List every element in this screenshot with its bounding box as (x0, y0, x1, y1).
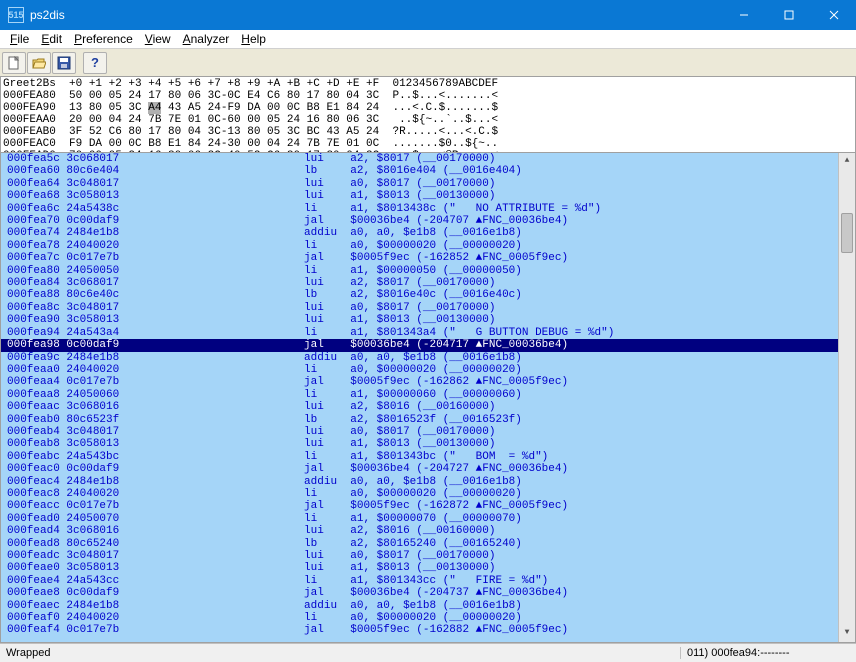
disasm-row[interactable]: 000feaa4 0c017e7b jal $0005f9ec (-162862… (1, 376, 855, 388)
menu-bar: File Edit Preference View Analyzer Help (0, 30, 856, 49)
disasm-row[interactable]: 000feabc 24a543bc li a1, $801343bc (" BO… (1, 451, 855, 463)
app-icon: 515 (8, 7, 24, 23)
disasm-row[interactable]: 000fea80 24050050 li a1, $00000050 (__00… (1, 265, 855, 277)
disasm-row[interactable]: 000fea6c 24a5438c li a1, $8013438c (" NO… (1, 203, 855, 215)
menu-analyzer[interactable]: Analyzer (177, 32, 236, 46)
disasm-row[interactable]: 000fea74 2484e1b8 addiu a0, a0, $e1b8 (_… (1, 227, 855, 239)
disasm-row[interactable]: 000fea64 3c048017 lui a0, $8017 (__00170… (1, 178, 855, 190)
scroll-up-button[interactable]: ▲ (839, 153, 855, 170)
disasm-row[interactable]: 000feaa0 24040020 li a0, $00000020 (__00… (1, 364, 855, 376)
disasm-row[interactable]: 000fea9c 2484e1b8 addiu a0, a0, $e1b8 (_… (1, 352, 855, 364)
scroll-down-button[interactable]: ▼ (839, 625, 855, 642)
disasm-row[interactable]: 000fea94 24a543a4 li a1, $801343a4 (" G … (1, 327, 855, 339)
disasm-row[interactable]: 000feab4 3c048017 lui a0, $8017 (__00170… (1, 426, 855, 438)
disasm-row[interactable]: 000fea90 3c058013 lui a1, $8013 (__00130… (1, 314, 855, 326)
disasm-row[interactable]: 000feaac 3c068016 lui a2, $8016 (__00160… (1, 401, 855, 413)
disasm-row[interactable]: 000fea7c 0c017e7b jal $0005f9ec (-162852… (1, 252, 855, 264)
open-button[interactable] (27, 52, 51, 74)
help-button[interactable]: ? (83, 52, 107, 74)
window-title: ps2dis (30, 8, 721, 22)
toolbar: ? (0, 49, 856, 77)
status-left: Wrapped (0, 647, 681, 659)
disasm-row[interactable]: 000fea88 80c6e40c lb a2, $8016e40c (__00… (1, 289, 855, 301)
disasm-row[interactable]: 000fea60 80c6e404 lb a2, $8016e404 (__00… (1, 165, 855, 177)
disasm-row[interactable]: 000feab0 80c6523f lb a2, $8016523f (__00… (1, 414, 855, 426)
scroll-thumb[interactable] (841, 213, 853, 253)
disasm-row[interactable]: 000feae4 24a543cc li a1, $801343cc (" FI… (1, 575, 855, 587)
disasm-row[interactable]: 000feaa8 24050060 li a1, $00000060 (__00… (1, 389, 855, 401)
disasm-row[interactable]: 000fea8c 3c048017 lui a0, $8017 (__00170… (1, 302, 855, 314)
menu-preference[interactable]: Preference (68, 32, 139, 46)
disasm-row[interactable]: 000fea98 0c00daf9 jal $00036be4 (-204717… (1, 339, 855, 351)
disasm-row[interactable]: 000feadc 3c048017 lui a0, $8017 (__00170… (1, 550, 855, 562)
disasm-row[interactable]: 000fead0 24050070 li a1, $00000070 (__00… (1, 513, 855, 525)
disasm-row[interactable]: 000feae0 3c058013 lui a1, $8013 (__00130… (1, 562, 855, 574)
close-button[interactable] (811, 0, 856, 30)
disasm-row[interactable]: 000feac4 2484e1b8 addiu a0, a0, $e1b8 (_… (1, 476, 855, 488)
menu-view[interactable]: View (139, 32, 177, 46)
minimize-button[interactable] (721, 0, 766, 30)
disasm-row[interactable]: 000fead8 80c65240 lb a2, $80165240 (__00… (1, 538, 855, 550)
hex-pane[interactable]: Greet2Bs +0 +1 +2 +3 +4 +5 +6 +7 +8 +9 +… (0, 77, 856, 153)
disasm-row[interactable]: 000fea68 3c058013 lui a1, $8013 (__00130… (1, 190, 855, 202)
maximize-button[interactable] (766, 0, 811, 30)
disasm-row[interactable]: 000feac0 0c00daf9 jal $00036be4 (-204727… (1, 463, 855, 475)
scrollbar[interactable]: ▲ ▼ (838, 153, 855, 642)
menu-help[interactable]: Help (235, 32, 272, 46)
question-icon: ? (91, 55, 99, 70)
status-right: 011) 000fea94:-------- (681, 647, 856, 659)
disasm-row[interactable]: 000fea84 3c068017 lui a2, $8017 (__00170… (1, 277, 855, 289)
title-bar: 515 ps2dis (0, 0, 856, 30)
disasm-row[interactable]: 000feacc 0c017e7b jal $0005f9ec (-162872… (1, 500, 855, 512)
disasm-row[interactable]: 000fea70 0c00daf9 jal $00036be4 (-204707… (1, 215, 855, 227)
disasm-row[interactable]: 000feac8 24040020 li a0, $00000020 (__00… (1, 488, 855, 500)
save-button[interactable] (52, 52, 76, 74)
new-button[interactable] (2, 52, 26, 74)
disasm-row[interactable]: 000feae8 0c00daf9 jal $00036be4 (-204737… (1, 587, 855, 599)
disasm-row[interactable]: 000feaec 2484e1b8 addiu a0, a0, $e1b8 (_… (1, 600, 855, 612)
disasm-row[interactable]: 000fead4 3c068016 lui a2, $8016 (__00160… (1, 525, 855, 537)
disasm-row[interactable]: 000fea78 24040020 li a0, $00000020 (__00… (1, 240, 855, 252)
disasm-row[interactable]: 000feaf0 24040020 li a0, $00000020 (__00… (1, 612, 855, 624)
disassembly-pane[interactable]: 000fea5c 3c068017 lui a2, $8017 (__00170… (0, 153, 856, 643)
disasm-row[interactable]: 000fea5c 3c068017 lui a2, $8017 (__00170… (1, 153, 855, 165)
disasm-row[interactable]: 000feab8 3c058013 lui a1, $8013 (__00130… (1, 438, 855, 450)
disasm-row[interactable]: 000feaf4 0c017e7b jal $0005f9ec (-162882… (1, 624, 855, 636)
status-bar: Wrapped 011) 000fea94:-------- (0, 643, 856, 662)
menu-edit[interactable]: Edit (35, 32, 68, 46)
menu-file[interactable]: File (4, 32, 35, 46)
